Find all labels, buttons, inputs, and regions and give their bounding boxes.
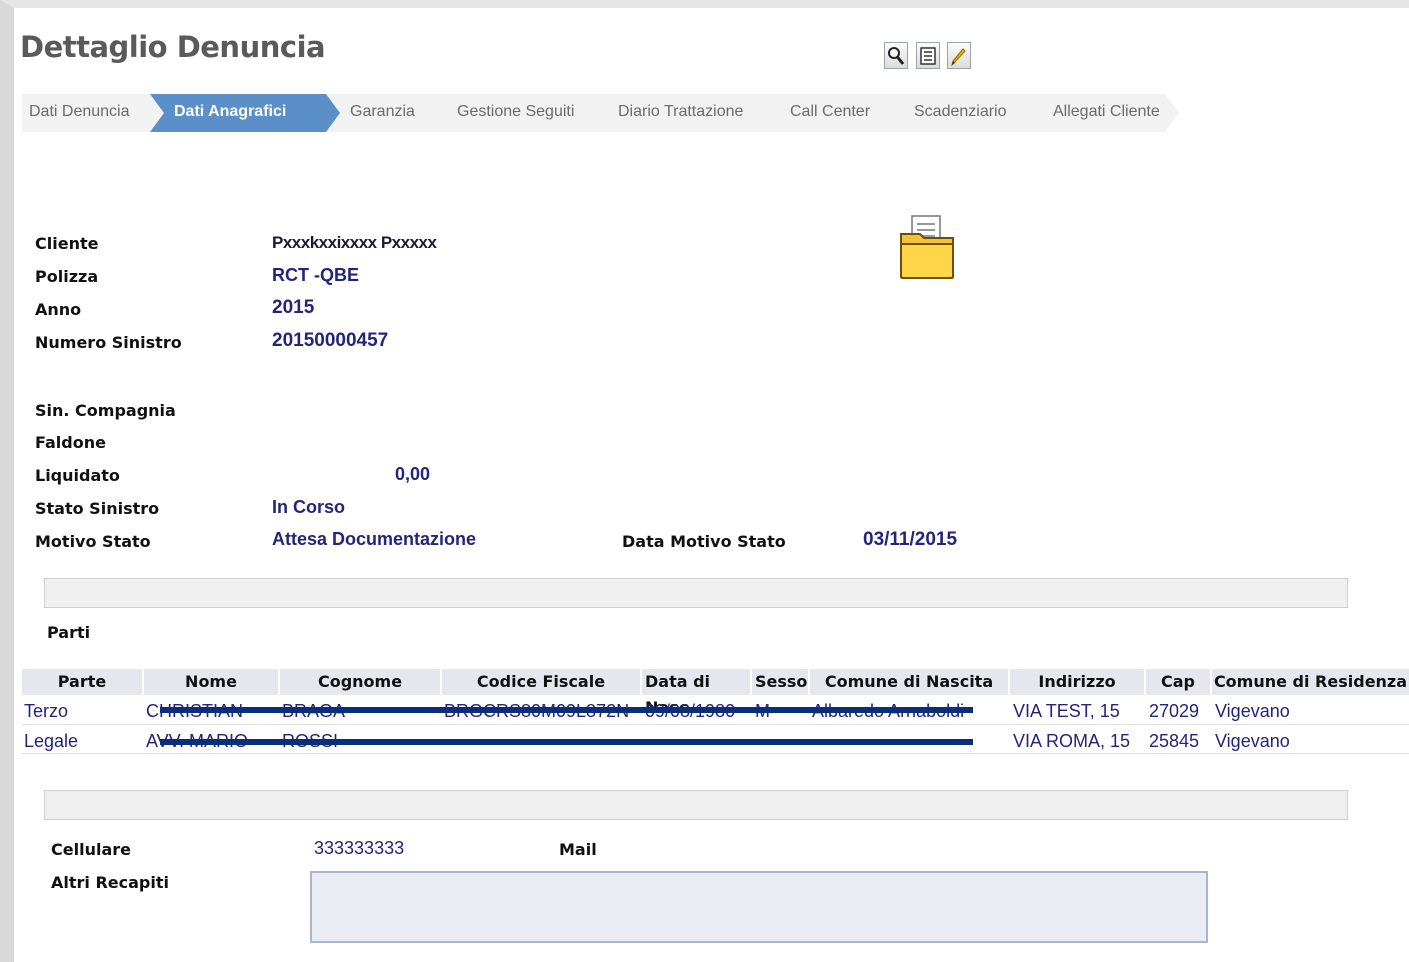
liquidato-label: Liquidato — [35, 466, 120, 485]
cliente-value: Pxxxkxxixxxx Pxxxxx — [272, 233, 437, 252]
redaction-strike — [160, 739, 973, 745]
col-header-nome[interactable]: Nome — [144, 669, 280, 695]
folder-documents-icon — [900, 215, 954, 279]
faldone-label: Faldone — [35, 433, 106, 452]
col-header-codice-fiscale[interactable]: Codice Fiscale — [442, 669, 642, 695]
polizza-value: RCT -QBE — [272, 265, 359, 285]
mail-label: Mail — [559, 840, 597, 859]
numero-sinistro-value: 20150000457 — [272, 330, 389, 351]
cell-comune-residenza: Vigevano — [1215, 731, 1290, 751]
polizza-label: Polizza — [35, 267, 99, 286]
tab-dati-anagrafici[interactable]: Dati Anagrafici — [150, 94, 356, 132]
section-separator-bar — [44, 578, 1348, 608]
stato-sinistro-value: In Corso — [272, 497, 346, 517]
section-separator-bar — [44, 790, 1348, 820]
list-button[interactable] — [916, 42, 940, 69]
tab-call-center[interactable]: Call Center — [766, 94, 904, 132]
motivo-stato-value: Attesa Documentazione — [272, 529, 477, 549]
col-header-comune-residenza[interactable]: Comune di Residenza — [1212, 669, 1409, 695]
row-divider — [22, 724, 1409, 725]
cliente-label: Cliente — [35, 234, 99, 253]
list-icon — [920, 46, 936, 65]
edit-button[interactable] — [947, 42, 971, 69]
data-motivo-stato-value: 03/11/2015 — [863, 529, 958, 550]
tab-bar: Dati Denuncia Dati Anagrafici Garanzia G… — [22, 94, 1182, 132]
cell-comune-residenza: Vigevano — [1215, 701, 1290, 721]
tab-garanzia[interactable]: Garanzia — [326, 94, 452, 132]
col-header-cap[interactable]: Cap — [1146, 669, 1212, 695]
tab-diario-trattazione[interactable]: Diario Trattazione — [594, 94, 786, 132]
parti-title: Parti — [47, 623, 91, 642]
search-button[interactable] — [884, 42, 908, 69]
cell-indirizzo: VIA TEST, 15 — [1013, 701, 1120, 721]
tab-gestione-seguiti[interactable]: Gestione Seguiti — [433, 94, 614, 132]
col-header-comune-nascita[interactable]: Comune di Nascita — [810, 669, 1010, 695]
cell-cap: 25845 — [1149, 731, 1200, 751]
tab-scadenziario[interactable]: Scadenziario — [890, 94, 1044, 132]
sin-compagnia-label: Sin. Compagnia — [35, 401, 176, 420]
altri-recapiti-label: Altri Recapiti — [51, 873, 169, 892]
altri-recapiti-textarea[interactable] — [310, 871, 1208, 943]
folder-documents-button[interactable] — [898, 214, 956, 284]
cell-cap: 27029 — [1149, 701, 1200, 721]
tab-dati-denuncia[interactable]: Dati Denuncia — [22, 94, 164, 132]
cell-parte: Legale — [24, 731, 79, 751]
tab-allegati-cliente[interactable]: Allegati Cliente — [1029, 94, 1179, 132]
edit-pencil-icon — [951, 47, 966, 66]
col-header-parte[interactable]: Parte — [22, 669, 144, 695]
anno-value: 2015 — [272, 297, 315, 318]
numero-sinistro-label: Numero Sinistro — [35, 333, 182, 352]
page-title: Dettaglio Denuncia — [20, 30, 326, 64]
row-divider — [22, 753, 1409, 754]
anno-label: Anno — [35, 300, 82, 319]
col-header-cognome[interactable]: Cognome — [280, 669, 442, 695]
stato-sinistro-label: Stato Sinistro — [35, 499, 160, 518]
redaction-strike — [160, 707, 973, 713]
motivo-stato-label: Motivo Stato — [35, 532, 151, 551]
cell-indirizzo: VIA ROMA, 15 — [1013, 731, 1131, 751]
col-header-sesso[interactable]: Sesso — [752, 669, 810, 695]
data-motivo-stato-label: Data Motivo Stato — [622, 532, 786, 551]
cellulare-label: Cellulare — [51, 840, 131, 859]
cellulare-value: 333333333 — [314, 838, 405, 858]
cell-parte: Terzo — [24, 701, 69, 721]
liquidato-value: 0,00 — [395, 464, 431, 484]
col-header-data-nascita[interactable]: Data di Nasc — [642, 669, 752, 717]
search-icon — [888, 46, 905, 65]
col-header-indirizzo[interactable]: Indirizzo — [1010, 669, 1146, 695]
